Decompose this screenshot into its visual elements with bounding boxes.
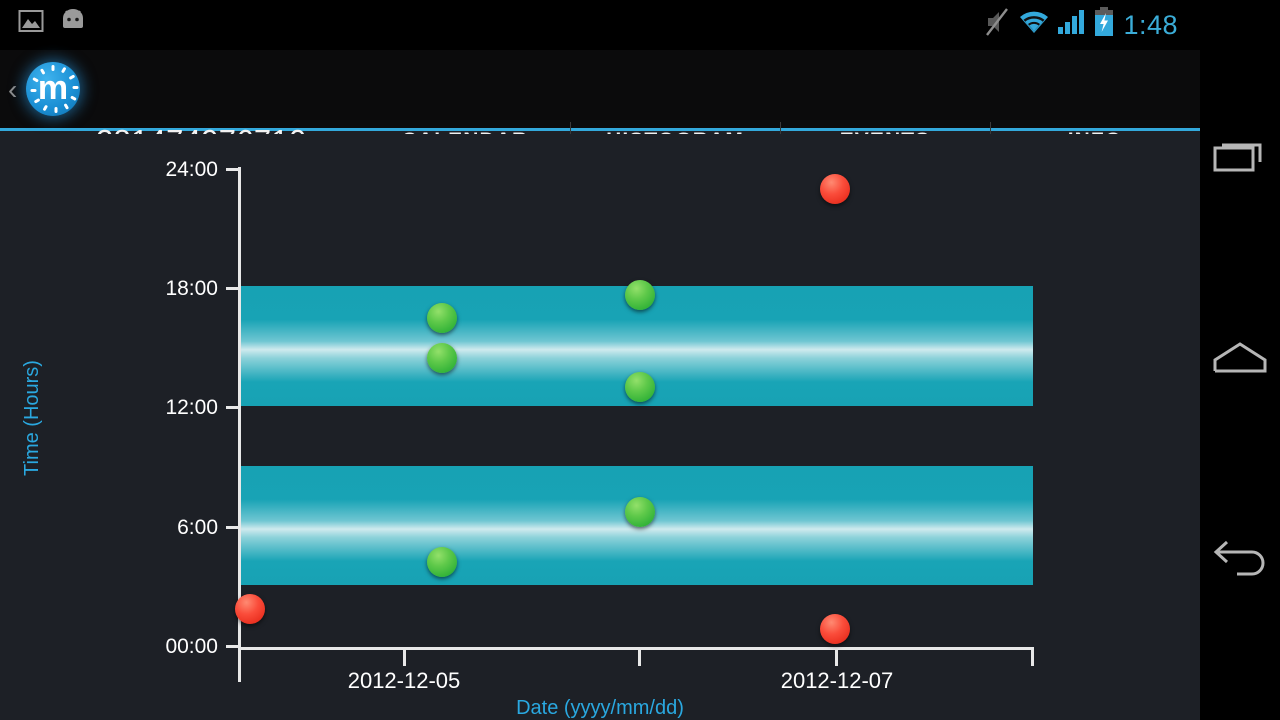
- app-logo-letter: m: [37, 68, 69, 107]
- data-point-red[interactable]: [235, 594, 265, 624]
- x-tick-4: [1031, 650, 1034, 666]
- y-tick-24: [226, 168, 238, 171]
- mute-icon: [984, 7, 1010, 42]
- up-back-icon[interactable]: ‹: [8, 76, 17, 104]
- wifi-icon: [1019, 9, 1049, 40]
- status-bar-system-icons: 1:48: [984, 7, 1178, 42]
- status-bar-notifications: [18, 8, 88, 39]
- device-screen: 1:48 ‹ m 281474976710...: [0, 0, 1200, 720]
- data-point-green[interactable]: [625, 497, 655, 527]
- system-navigation-bar: [1200, 0, 1280, 720]
- back-icon[interactable]: [1200, 518, 1280, 598]
- x-tick-3: [835, 650, 838, 666]
- x-axis-line: [238, 647, 1034, 650]
- y-tick-label-24: 24:00: [165, 158, 218, 181]
- status-bar: 1:48: [0, 0, 1200, 50]
- data-point-green[interactable]: [427, 547, 457, 577]
- screenshot-root: 1:48 ‹ m 281474976710...: [0, 0, 1280, 720]
- x-tick-label-3: 2012-12-07: [780, 668, 894, 693]
- y-tick-label-6: 6:00: [177, 516, 218, 539]
- x-tick-label-1: 2012-12-05: [347, 668, 461, 693]
- status-bar-clock: 1:48: [1123, 9, 1178, 40]
- x-tick-1: [403, 650, 406, 666]
- action-bar: ‹ m 281474976710... CALENDAR HISTOGRAM: [0, 50, 1200, 184]
- battery-charging-icon: [1094, 7, 1114, 42]
- app-logo-icon[interactable]: m: [26, 62, 80, 116]
- recents-icon[interactable]: [1200, 116, 1280, 196]
- histogram-chart[interactable]: 24:00 18:00 12:00 6:00 00:00 2012-12-05 …: [0, 134, 1200, 720]
- data-point-green[interactable]: [625, 372, 655, 402]
- signal-icon: [1058, 9, 1085, 40]
- y-tick-label-18: 18:00: [165, 277, 218, 300]
- x-tick-2: [638, 650, 641, 666]
- y-tick-label-12: 12:00: [165, 396, 218, 419]
- data-point-green[interactable]: [427, 343, 457, 373]
- x-axis-title: Date (yyyy/mm/dd): [516, 697, 684, 719]
- y-axis-title: Time (Hours): [21, 360, 43, 476]
- y-tick-18: [226, 287, 238, 290]
- android-icon: [58, 9, 88, 38]
- data-point-green[interactable]: [625, 280, 655, 310]
- home-icon[interactable]: [1200, 318, 1280, 398]
- y-tick-0: [226, 645, 238, 648]
- y-tick-label-0: 00:00: [165, 635, 218, 658]
- y-tick-12: [226, 406, 238, 409]
- gallery-icon: [18, 8, 44, 39]
- y-tick-6: [226, 526, 238, 529]
- x-tick-0: [238, 650, 241, 666]
- data-point-green[interactable]: [427, 303, 457, 333]
- data-point-red[interactable]: [820, 174, 850, 204]
- data-point-red[interactable]: [820, 614, 850, 644]
